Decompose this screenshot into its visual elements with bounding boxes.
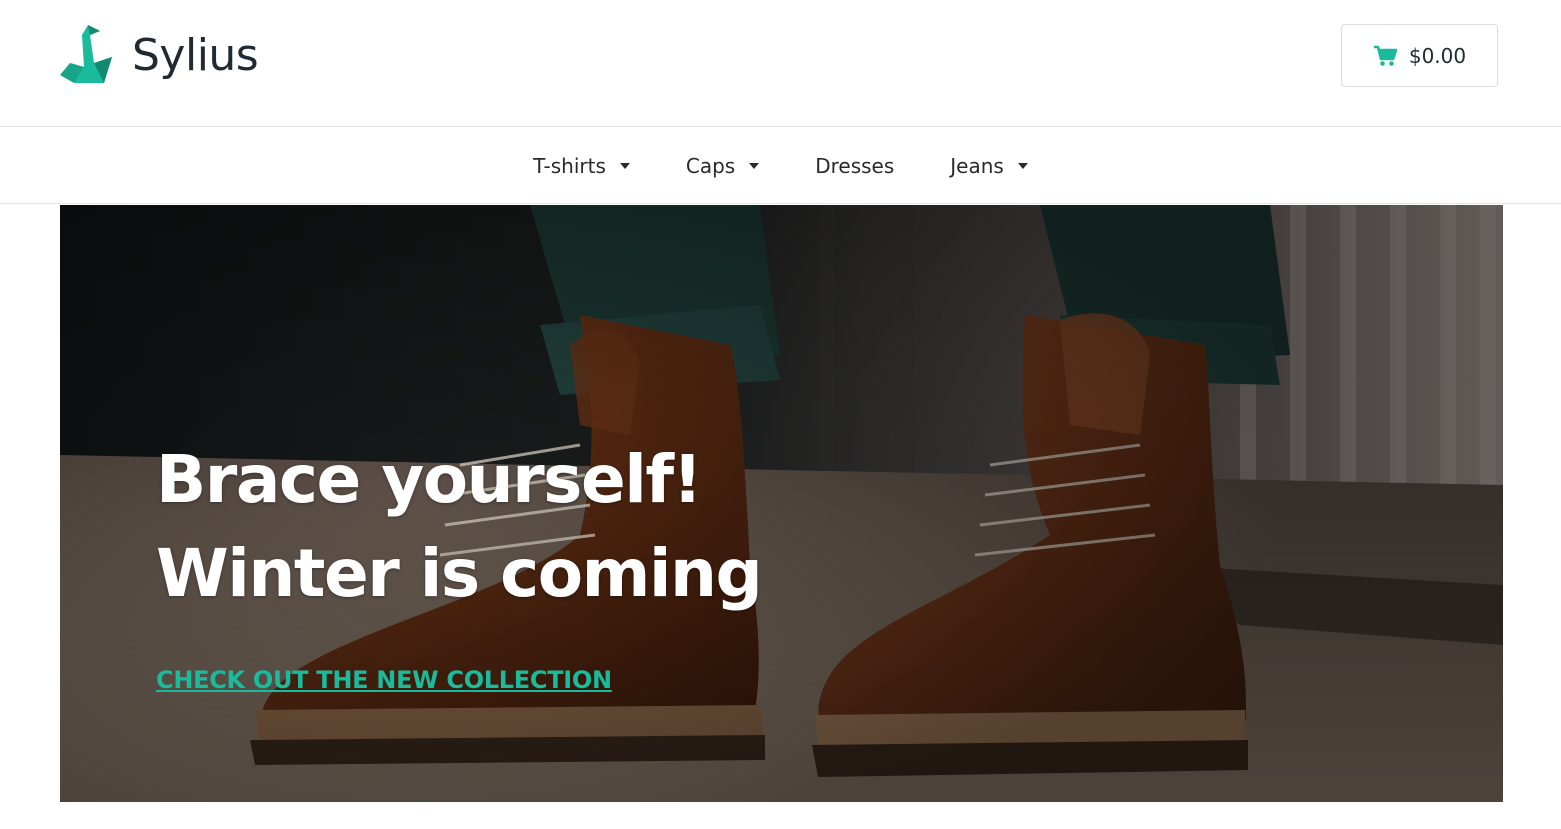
- cart-button[interactable]: $0.00: [1341, 24, 1498, 87]
- sylius-logo-icon: [60, 25, 112, 83]
- hero-headline: Brace yourself! Winter is coming: [156, 433, 763, 621]
- logo[interactable]: Sylius: [60, 22, 259, 88]
- nav-item-label: Dresses: [815, 153, 895, 178]
- nav-item-t-shirts[interactable]: T-shirts: [533, 154, 630, 178]
- nav-item-caps[interactable]: Caps: [685, 153, 760, 178]
- hero-headline-line2: Winter is coming: [156, 535, 763, 612]
- hero-banner: Brace yourself! Winter is coming CHECK O…: [60, 205, 1503, 802]
- nav-item-label: T-shirts: [533, 153, 606, 178]
- nav-item-dresses[interactable]: Dresses: [815, 154, 894, 178]
- cart-icon: [1373, 45, 1397, 66]
- header: Sylius $0.00: [0, 0, 1561, 127]
- caret-down-icon: [749, 162, 760, 169]
- nav-item-label: Caps: [685, 153, 736, 178]
- caret-down-icon: [619, 162, 630, 169]
- caret-down-icon: [1017, 162, 1028, 169]
- brand-name: Sylius: [132, 29, 259, 81]
- nav-item-label: Jeans: [950, 153, 1004, 178]
- main-navigation: T-shirts Caps Dresses Jeans: [0, 128, 1561, 204]
- hero-cta-link[interactable]: CHECK OUT THE NEW COLLECTION: [156, 666, 612, 694]
- hero-headline-line1: Brace yourself!: [156, 441, 703, 518]
- cart-total: $0.00: [1408, 43, 1467, 68]
- nav-item-jeans[interactable]: Jeans: [950, 154, 1028, 178]
